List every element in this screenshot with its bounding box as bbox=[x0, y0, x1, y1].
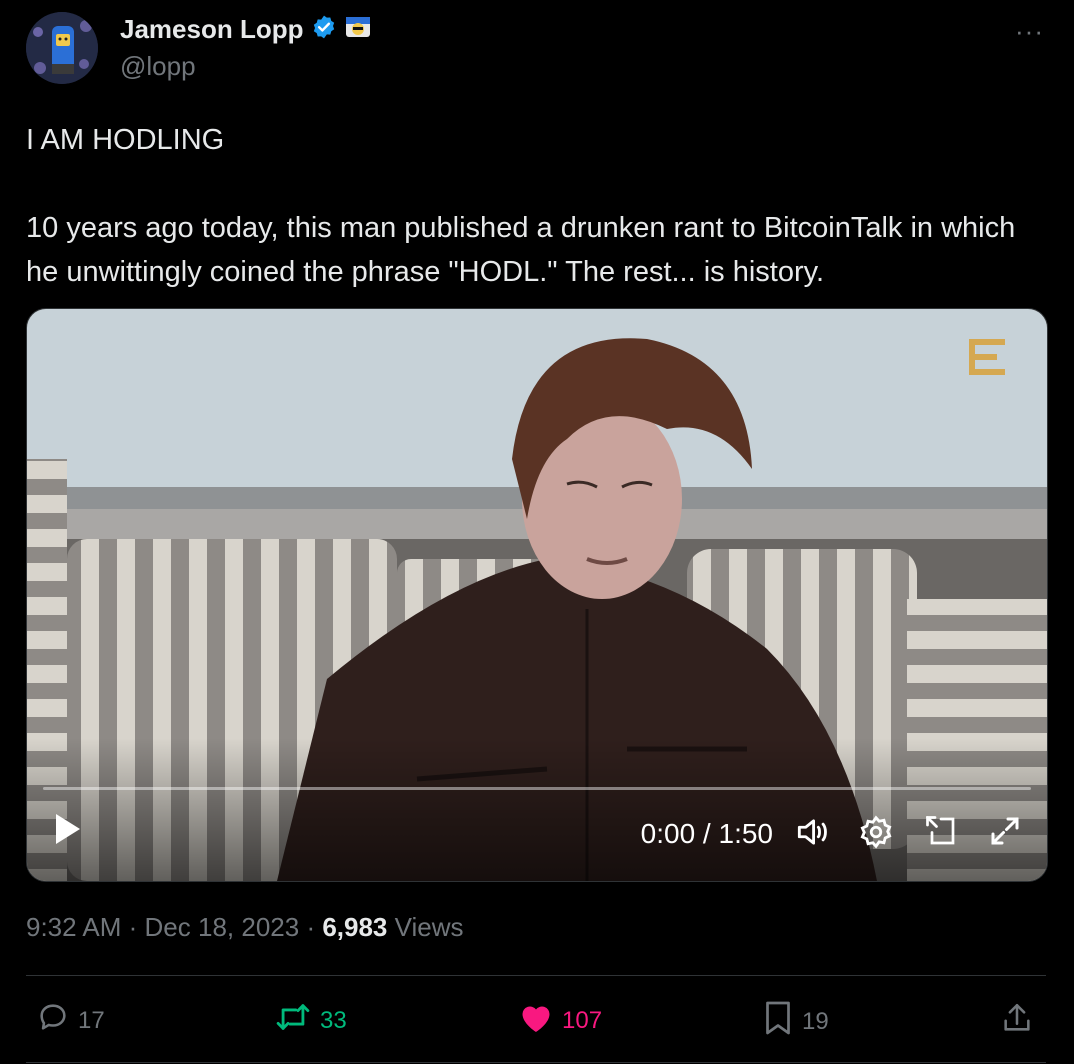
share-button[interactable] bbox=[1000, 1000, 1034, 1043]
views-count: 6,983 bbox=[322, 912, 388, 942]
bookmark-count: 19 bbox=[802, 1007, 829, 1035]
like-icon bbox=[518, 1000, 554, 1041]
like-button[interactable]: 107 bbox=[518, 1000, 602, 1041]
picture-in-picture-icon[interactable] bbox=[923, 813, 959, 854]
tweet-line-2: 10 years ago today, this man published a… bbox=[26, 212, 1016, 288]
like-count: 107 bbox=[562, 1006, 603, 1034]
video-progress-track[interactable] bbox=[43, 787, 1031, 790]
repost-button[interactable]: 33 bbox=[274, 1000, 347, 1041]
tweet-date[interactable]: Dec 18, 2023 bbox=[145, 912, 300, 942]
author-name-row: Jameson Lopp bbox=[120, 14, 371, 45]
author-handle[interactable]: @lopp bbox=[120, 51, 196, 82]
tweet-text: I AM HODLING 10 years ago today, this ma… bbox=[26, 118, 1046, 294]
reply-icon bbox=[36, 1000, 70, 1041]
verified-badge-icon[interactable] bbox=[311, 14, 337, 45]
tweet-time[interactable]: 9:32 AM bbox=[26, 912, 121, 942]
avatar[interactable] bbox=[26, 12, 98, 84]
tweet-line-1: I AM HODLING bbox=[26, 124, 225, 156]
repost-icon bbox=[274, 1000, 312, 1041]
play-icon[interactable] bbox=[53, 811, 83, 852]
bookmark-button[interactable]: 19 bbox=[762, 1000, 829, 1043]
bookmark-icon bbox=[762, 1000, 794, 1043]
reply-count: 17 bbox=[78, 1006, 105, 1034]
divider bbox=[26, 1062, 1046, 1063]
meta-separator: · bbox=[306, 912, 323, 942]
settings-icon[interactable] bbox=[857, 813, 895, 856]
affiliate-badge-icon[interactable] bbox=[345, 15, 371, 44]
meta-separator: · bbox=[128, 912, 145, 942]
video-controls: 0:00 / 1:50 bbox=[27, 791, 1047, 881]
more-icon[interactable]: ··· bbox=[1015, 16, 1044, 47]
repost-count: 33 bbox=[320, 1006, 347, 1034]
author-name[interactable]: Jameson Lopp bbox=[120, 14, 303, 45]
reply-button[interactable]: 17 bbox=[36, 1000, 105, 1041]
fullscreen-icon[interactable] bbox=[987, 813, 1023, 854]
share-icon bbox=[1000, 1000, 1034, 1043]
video-time: 0:00 / 1:50 bbox=[640, 818, 773, 849]
video-player[interactable]: 0:00 / 1:50 bbox=[26, 308, 1048, 882]
volume-icon[interactable] bbox=[793, 813, 831, 856]
divider bbox=[26, 975, 1046, 976]
views-label: Views bbox=[394, 912, 464, 942]
tweet-meta: 9:32 AM · Dec 18, 2023 · 6,983 Views bbox=[26, 912, 464, 943]
